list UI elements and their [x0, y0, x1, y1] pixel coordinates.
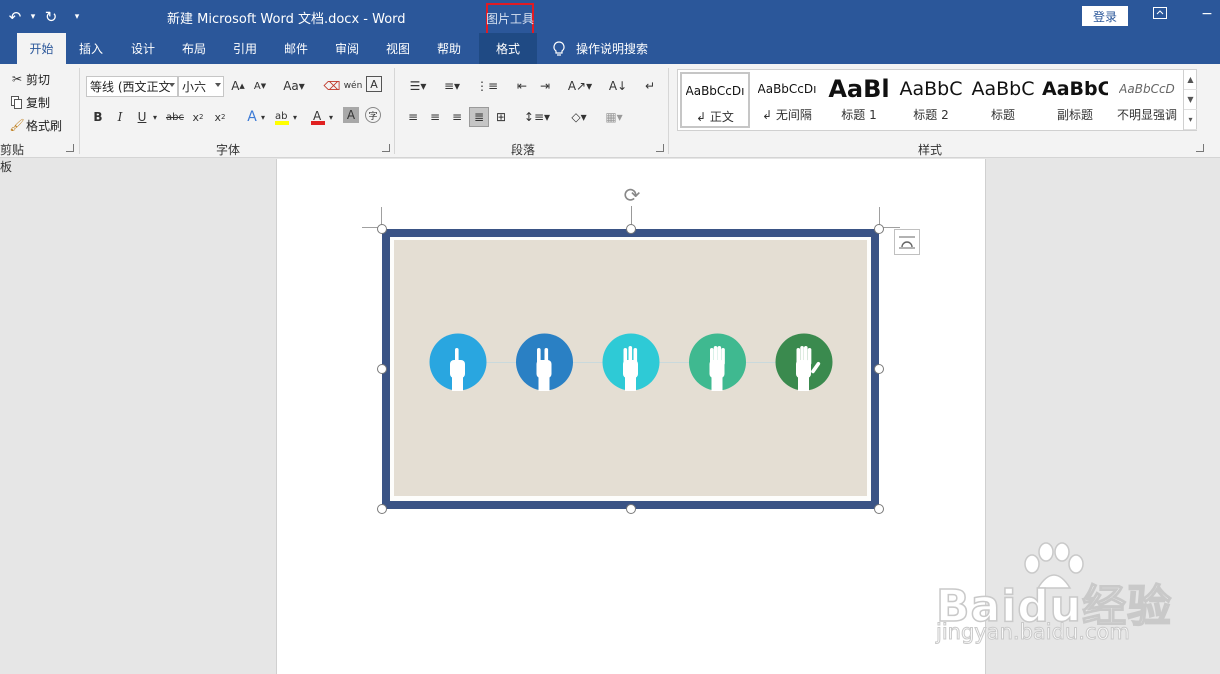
resize-handle-bottom-left[interactable] — [377, 504, 387, 514]
resize-handle-left[interactable] — [377, 364, 387, 374]
hand-1-icon — [429, 333, 487, 391]
resize-handle-right[interactable] — [874, 364, 884, 374]
hand-5-icon — [775, 333, 833, 391]
resize-handle-bottom[interactable] — [626, 504, 636, 514]
resize-handle-top-left[interactable] — [377, 224, 387, 234]
hand-2-icon — [516, 333, 573, 391]
layout-options-icon[interactable] — [894, 229, 920, 255]
resize-handle-bottom-right[interactable] — [874, 504, 884, 514]
baidu-watermark: Baidu经验 jingyan.baidu.com — [935, 542, 1176, 652]
hand-4-icon — [689, 333, 746, 391]
hand-3-icon — [602, 333, 660, 391]
resize-handle-top-right[interactable] — [874, 224, 884, 234]
watermark-url: jingyan.baidu.com — [936, 620, 1131, 645]
resize-handle-top[interactable] — [626, 224, 636, 234]
